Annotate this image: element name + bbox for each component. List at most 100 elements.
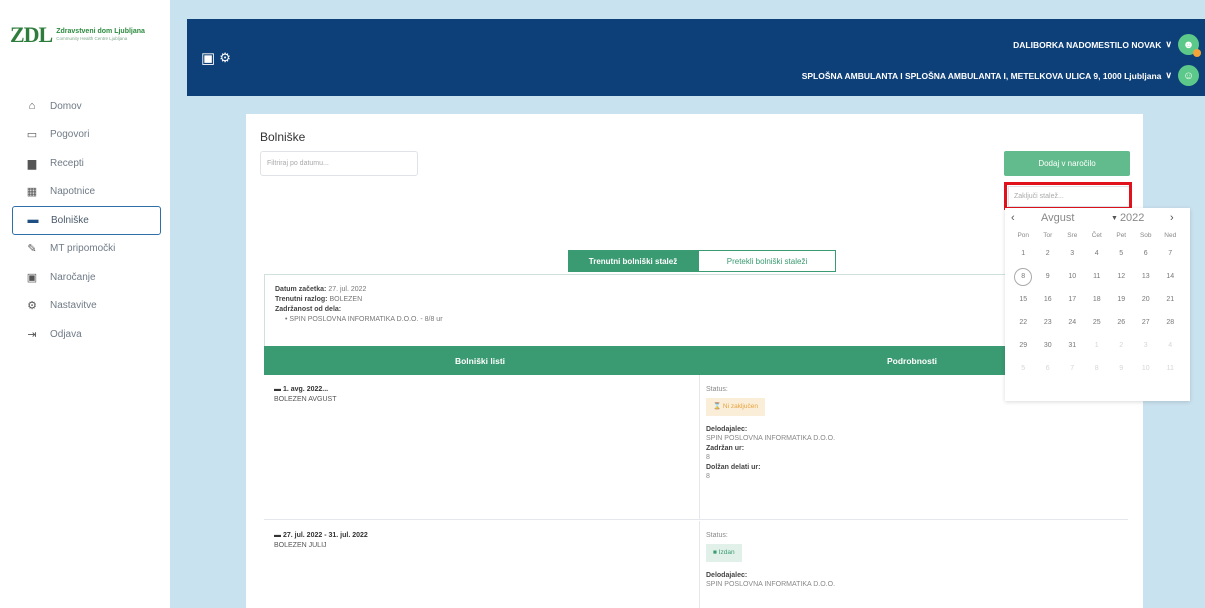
calendar-day[interactable]: 20	[1134, 288, 1159, 311]
calendar-day[interactable]: 4	[1158, 334, 1183, 357]
calendar-day[interactable]: 27	[1134, 311, 1159, 334]
doctor-avatar-icon[interactable]: ☺	[1178, 65, 1199, 86]
calendar-day[interactable]: 9	[1036, 265, 1061, 288]
employment-label: Zadržanost od dela:	[275, 306, 342, 313]
employment-item: SPIN POSLOVNA INFORMATIKA D.O.O. - 8/8 u…	[289, 316, 443, 323]
calendar-day[interactable]: 8	[1011, 265, 1036, 288]
weekday-label: Čet	[1091, 231, 1102, 239]
table-row[interactable]: ▬ 1. avg. 2022... BOLEZEN AVGUST Status:…	[264, 375, 1128, 520]
sidebar-item-naro-anje[interactable]: ▣ Naročanje	[12, 263, 161, 292]
page-title: Bolniške	[260, 130, 306, 144]
calendar-day[interactable]: 16	[1036, 288, 1061, 311]
calendar-day[interactable]: 17	[1060, 288, 1085, 311]
calendar-day[interactable]: 15	[1011, 288, 1036, 311]
calendar-day[interactable]: 5	[1109, 242, 1134, 265]
calendar-day[interactable]: 2	[1036, 242, 1061, 265]
tab-past-leave[interactable]: Pretekli bolniški staleži	[698, 250, 836, 272]
calendar-day[interactable]: 19	[1109, 288, 1134, 311]
user-selector[interactable]: DALIBORKA NADOMESTILO NOVAK ∨ ☻	[1013, 34, 1201, 57]
table-row[interactable]: ▬ 27. jul. 2022 - 31. jul. 2022 BOLEZEN …	[264, 521, 1128, 608]
weekday-label: Pet	[1116, 231, 1127, 239]
calendar-day[interactable]: 25	[1085, 311, 1110, 334]
calendar-day[interactable]: 1	[1011, 242, 1036, 265]
datepicker: ‹ Avgust ▼ 2022 › Pon Tor Sre Čet Pet Sob Ned 1…	[1005, 208, 1190, 401]
sidebar-item-pogovori[interactable]: ▭ Pogovori	[12, 121, 161, 150]
hourglass-icon: ⌛	[713, 402, 722, 410]
calendar-day[interactable]: 7	[1060, 357, 1085, 380]
weekday-label: Ned	[1164, 231, 1177, 239]
tabs: Trenutni bolniški stalež Pretekli bolniš…	[568, 250, 836, 272]
ambulance-selector[interactable]: SPLOŠNA AMBULANTA I SPLOŠNA AMBULANTA I,…	[802, 65, 1199, 86]
logo-mark: ZDL	[10, 22, 53, 47]
calendar-day[interactable]: 6	[1134, 242, 1159, 265]
calendar-day[interactable]: 30	[1036, 334, 1061, 357]
calendar-day[interactable]: 31	[1060, 334, 1085, 357]
calendar-day[interactable]: 12	[1109, 265, 1134, 288]
sidebar-item-label: Pogovori	[50, 129, 90, 141]
leave-info: Datum začetka: 27. jul. 2022 Trenutni ra…	[264, 274, 1128, 346]
calendar-day[interactable]: 24	[1060, 311, 1085, 334]
sidebar-item-label: Odjava	[50, 328, 82, 340]
chevron-right-icon[interactable]: ›	[1170, 212, 1180, 224]
row-date: 27. jul. 2022 - 31. jul. 2022	[282, 532, 368, 539]
status-badge: ⌛ Ni zaključen	[706, 397, 765, 416]
calendar-day[interactable]: 21	[1158, 288, 1183, 311]
calendar-day[interactable]: 11	[1158, 357, 1183, 380]
sidebar-item-mt-pripomo-ki[interactable]: ✎ MT pripomočki	[12, 235, 161, 264]
logo[interactable]: ZDL Zdravstveni dom Ljubljana Community …	[10, 22, 145, 48]
calendar-day[interactable]: 18	[1085, 288, 1110, 311]
calendar-day[interactable]: 11	[1085, 265, 1110, 288]
user-avatar-icon[interactable]: ☻	[1178, 34, 1201, 57]
calendar-day[interactable]: 10	[1134, 357, 1159, 380]
calendar-day[interactable]: 23	[1036, 311, 1061, 334]
calendar-day[interactable]: 9	[1109, 357, 1134, 380]
calendar-day[interactable]: 26	[1109, 311, 1134, 334]
sidebar-item-napotnice[interactable]: ▦ Napotnice	[12, 178, 161, 207]
status-label: Status:	[706, 532, 728, 539]
year-select[interactable]: 2022	[1120, 212, 1170, 224]
calendar-day[interactable]: 22	[1011, 311, 1036, 334]
chevron-down-icon: ∨	[1165, 70, 1172, 80]
calendar-day[interactable]: 13	[1134, 265, 1159, 288]
calendar-day[interactable]: 8	[1085, 357, 1110, 380]
calendar-day[interactable]: 7	[1158, 242, 1183, 265]
gear-icon: ⚙	[27, 300, 37, 313]
calendar-day[interactable]: 6	[1036, 357, 1061, 380]
sidebar-item-nastavitve[interactable]: ⚙ Nastavitve	[12, 292, 161, 321]
sidebar-item-odjava[interactable]: ⇥ Odjava	[12, 320, 161, 349]
calendar-day[interactable]: 29	[1011, 334, 1036, 357]
calendar-day[interactable]: 3	[1060, 242, 1085, 265]
date-filter-input[interactable]: Filtriraj po datumu...	[260, 151, 418, 176]
calendar-day[interactable]: 14	[1158, 265, 1183, 288]
add-to-order-button[interactable]: Dodaj v naročilo	[1004, 151, 1130, 176]
weekday-label: Sre	[1067, 231, 1078, 239]
calendar-day[interactable]: 3	[1134, 334, 1159, 357]
calendar-day[interactable]: 2	[1109, 334, 1134, 357]
sidebar-item-recepti[interactable]: ▆ Recepti	[12, 149, 161, 178]
calendar-day[interactable]: 28	[1158, 311, 1183, 334]
sidebar-item-domov[interactable]: ⌂ Domov	[12, 92, 161, 121]
document-icon[interactable]: ▣	[201, 49, 215, 67]
calendar-day[interactable]: 5	[1011, 357, 1036, 380]
sidebar-item-bolni-ke[interactable]: ▬ Bolniške	[12, 206, 161, 235]
sidebar-item-label: Domov	[50, 100, 82, 112]
prescription-icon: ▆	[27, 157, 37, 170]
row-date: 1. avg. 2022...	[282, 386, 329, 393]
held-hours-value: 8	[706, 454, 710, 461]
ambulance-name: SPLOŠNA AMBULANTA I SPLOŠNA AMBULANTA I,…	[801, 70, 1162, 81]
reason-value: BOLEZEN	[329, 296, 363, 303]
calendar-icon: ▣	[26, 271, 38, 284]
start-date-label: Datum začetka:	[275, 286, 327, 293]
home-icon: ⌂	[28, 100, 36, 113]
month-select[interactable]: Avgust	[1041, 212, 1111, 224]
calendar-day[interactable]: 1	[1085, 334, 1110, 357]
settings-icon[interactable]: ⚙	[219, 50, 231, 66]
status-value: Ni zaključen	[722, 402, 758, 410]
employer-label: Delodajalec:	[706, 571, 748, 579]
calendar-day[interactable]: 10	[1060, 265, 1085, 288]
row-reason: BOLEZEN JULIJ	[274, 542, 327, 549]
calendar-day[interactable]: 4	[1085, 242, 1110, 265]
tab-current-leave[interactable]: Trenutni bolniški stalež	[568, 250, 698, 272]
chevron-left-icon[interactable]: ‹	[1011, 212, 1021, 224]
notification-dot	[1193, 49, 1201, 57]
